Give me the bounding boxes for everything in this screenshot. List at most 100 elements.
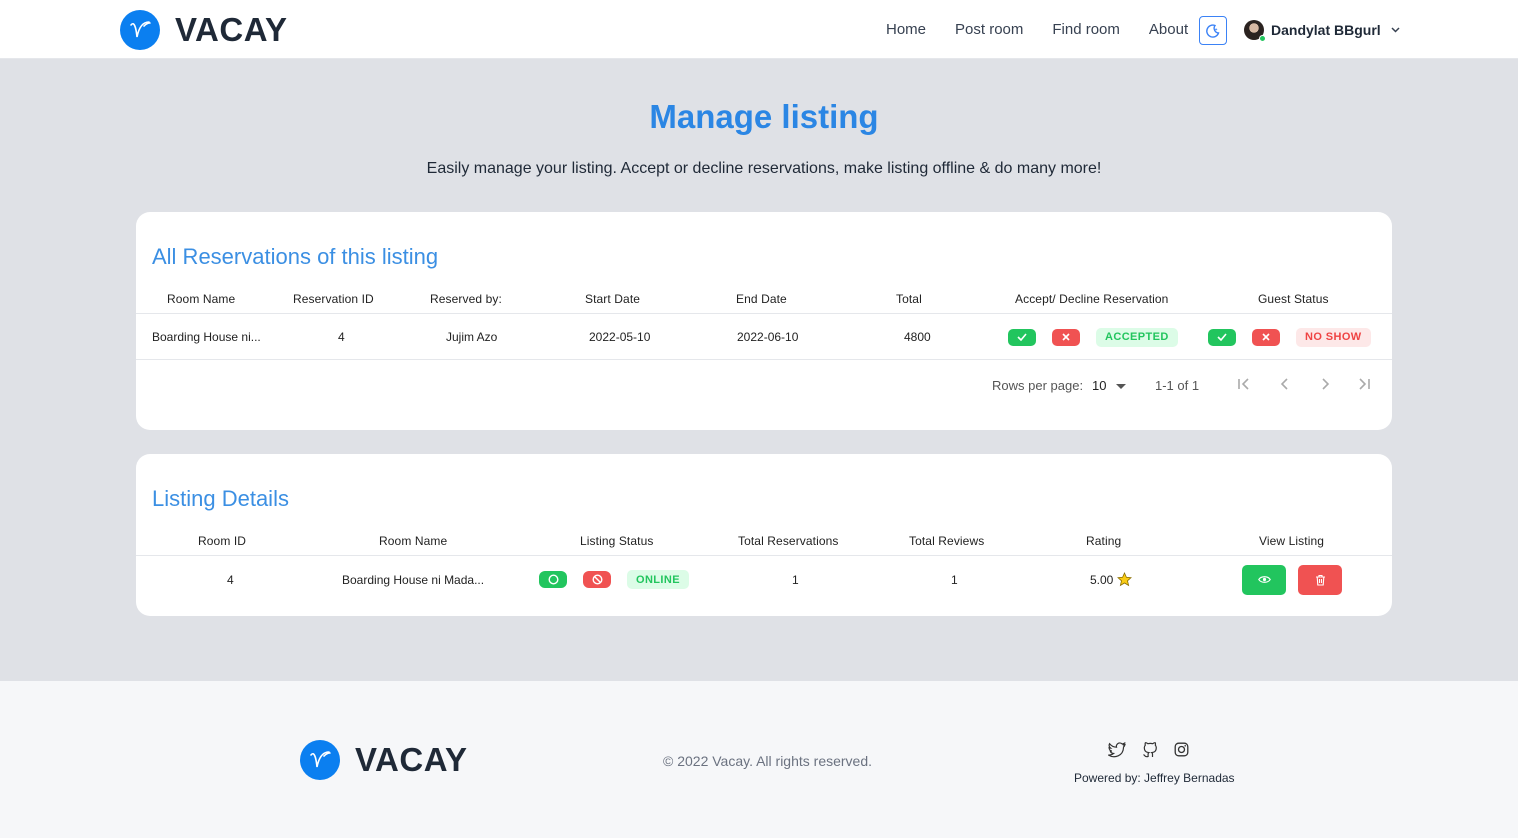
listing-status-controls: ONLINE — [539, 557, 689, 602]
cell-total: 4800 — [904, 330, 931, 344]
col-accept-decline: Accept/ Decline Reservation — [1015, 291, 1169, 306]
nav-links: Home Post room Find room About — [886, 21, 1217, 38]
eye-icon — [1257, 576, 1271, 583]
trash-icon — [1315, 574, 1325, 586]
decline-reservation-button[interactable] — [1052, 328, 1080, 346]
next-page-button[interactable] — [1318, 377, 1332, 394]
view-listing-controls — [1242, 557, 1342, 602]
instagram-icon — [1174, 742, 1189, 757]
page-subtitle: Easily manage your listing. Accept or de… — [426, 160, 1102, 177]
col-rating: Rating — [1086, 533, 1122, 548]
cell-total-reservations: 1 — [792, 572, 799, 587]
ban-icon — [591, 574, 603, 585]
nav-find-room[interactable]: Find room — [1052, 21, 1120, 38]
guest-no-show-button[interactable] — [1252, 328, 1280, 346]
col-guest-status: Guest Status — [1258, 291, 1329, 306]
pagination: Rows per page: 10 1-1 of 1 — [136, 370, 1392, 400]
col-total-reservations: Total Reservations — [738, 533, 839, 548]
set-online-button[interactable] — [539, 571, 567, 588]
prev-page-button[interactable] — [1278, 377, 1292, 394]
rows-per-page-select[interactable]: 10 — [1092, 378, 1127, 393]
nav-home[interactable]: Home — [886, 21, 926, 38]
logo-icon — [120, 10, 160, 50]
twitter-icon — [1107, 741, 1126, 758]
caret-down-icon — [1116, 384, 1127, 389]
cell-start-date: 2022-05-10 — [589, 330, 651, 344]
nav-about[interactable]: About — [1149, 21, 1188, 38]
chevron-down-icon — [1391, 27, 1400, 33]
first-page-button[interactable] — [1237, 377, 1251, 394]
avatar — [1244, 20, 1266, 42]
pagination-range: 1-1 of 1 — [1155, 378, 1200, 393]
navbar: VACAY Home Post room Find room About Dan… — [0, 0, 1518, 59]
star-icon — [1117, 572, 1133, 587]
col-total-reviews: Total Reviews — [909, 533, 985, 548]
reservations-header: Room Name Reservation ID Reserved by: St… — [136, 284, 1392, 314]
rows-per-page-label: Rows per page: — [992, 378, 1084, 393]
twitter-link[interactable] — [1107, 741, 1126, 763]
footer-socials — [1107, 741, 1205, 763]
footer: VACAY © 2022 Vacay. All rights reserved.… — [0, 681, 1518, 838]
cell-room-id: 4 — [227, 572, 234, 587]
view-listing-button[interactable] — [1242, 564, 1286, 595]
table-row: Boarding House ni... 4 Jujim Azo 2022-05… — [136, 315, 1392, 360]
cell-reservation-id: 4 — [338, 330, 345, 344]
table-row: 4 Boarding House ni Mada... ONLINE 1 1 5… — [136, 557, 1392, 602]
listing-details-card: Listing Details Room ID Room Name Listin… — [136, 454, 1392, 616]
guest-status-controls: NO SHOW — [1208, 315, 1371, 359]
reservation-status-badge: ACCEPTED — [1096, 327, 1178, 347]
brand-name: VACAY — [175, 11, 288, 48]
cell-room-name: Boarding House ni Mada... — [342, 572, 485, 587]
online-indicator — [1259, 35, 1266, 42]
listing-header: Room ID Room Name Listing Status Total R… — [136, 526, 1392, 556]
logo-icon — [300, 740, 340, 780]
col-total: Total — [896, 291, 922, 306]
set-offline-button[interactable] — [583, 571, 611, 588]
delete-listing-button[interactable] — [1298, 564, 1342, 595]
cell-rating: 5.00 — [1090, 557, 1133, 602]
instagram-link[interactable] — [1174, 742, 1189, 763]
col-view-listing: View Listing — [1259, 533, 1325, 548]
footer-brand[interactable]: VACAY — [300, 740, 468, 780]
guest-status-badge: NO SHOW — [1296, 327, 1371, 347]
cell-room-name: Boarding House ni... — [152, 330, 261, 344]
reservations-title: All Reservations of this listing — [152, 244, 439, 269]
col-room-id: Room ID — [198, 533, 247, 548]
page-title: Manage listing — [649, 98, 879, 135]
listing-details-title: Listing Details — [152, 486, 289, 511]
chevron-right-icon — [1322, 378, 1330, 390]
accept-decline-controls: ACCEPTED — [1008, 315, 1178, 359]
brand-logo[interactable]: VACAY — [120, 10, 288, 50]
user-menu[interactable]: Dandylat BBgurl — [1244, 20, 1400, 42]
moon-icon — [1206, 23, 1220, 38]
rows-per-page-value: 10 — [1092, 378, 1107, 393]
nav-post-room[interactable]: Post room — [955, 21, 1023, 38]
x-icon — [1062, 333, 1070, 341]
last-page-icon — [1359, 378, 1370, 390]
guest-showed-button[interactable] — [1208, 328, 1236, 346]
listing-status-badge: ONLINE — [627, 570, 689, 589]
col-room-name: Room Name — [167, 291, 236, 306]
footer-copyright: © 2022 Vacay. All rights reserved. — [663, 753, 873, 769]
last-page-button[interactable] — [1357, 377, 1371, 394]
col-end-date: End Date — [736, 291, 787, 306]
reservations-card: All Reservations of this listing Room Na… — [136, 212, 1392, 430]
col-reserved-by: Reserved by: — [430, 291, 502, 306]
col-start-date: Start Date — [585, 291, 641, 306]
user-name: Dandylat BBgurl — [1271, 22, 1381, 38]
accept-reservation-button[interactable] — [1008, 328, 1036, 346]
check-icon — [1217, 333, 1227, 341]
cell-reserved-by: Jujim Azo — [446, 330, 498, 344]
rating-value: 5.00 — [1090, 572, 1114, 587]
chevron-left-icon — [1280, 378, 1288, 390]
cell-end-date: 2022-06-10 — [737, 330, 799, 344]
github-link[interactable] — [1142, 742, 1158, 763]
cell-total-reviews: 1 — [951, 572, 958, 587]
col-reservation-id: Reservation ID — [293, 291, 374, 306]
footer-brand-name: VACAY — [355, 741, 468, 778]
check-icon — [1017, 333, 1027, 341]
footer-powered-by: Powered by: Jeffrey Bernadas — [1074, 771, 1235, 785]
theme-toggle-button[interactable] — [1199, 16, 1227, 45]
x-icon — [1262, 333, 1270, 341]
circle-icon — [547, 574, 559, 585]
